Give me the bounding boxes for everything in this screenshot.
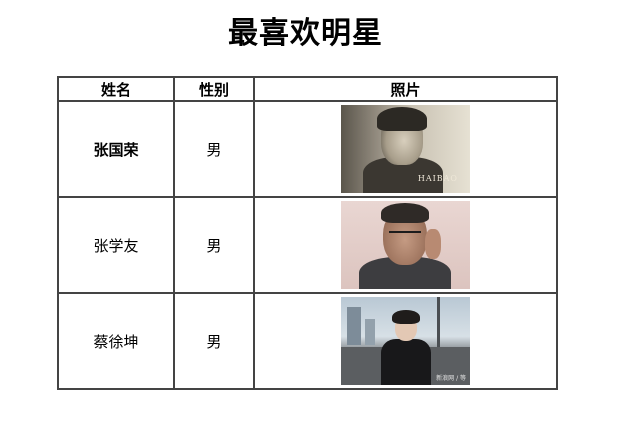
favorite-stars-table: 姓名 性别 照片 张国荣 男 HAIBAO 张学友 男 蔡徐坤 男 新浪网 / … xyxy=(57,76,558,390)
column-header-gender: 性别 xyxy=(173,76,255,102)
photo-building xyxy=(347,307,361,345)
star-photo-cell xyxy=(253,196,558,294)
column-header-name: 姓名 xyxy=(57,76,175,102)
column-header-photo: 照片 xyxy=(253,76,558,102)
star-photo: HAIBAO xyxy=(341,105,470,193)
table-header-row: 姓名 性别 照片 xyxy=(57,76,558,102)
photo-building xyxy=(365,319,375,345)
photo-watermark: 新浪网 / 等 xyxy=(436,375,466,382)
star-photo xyxy=(341,201,470,289)
star-photo: 新浪网 / 等 xyxy=(341,297,470,385)
star-gender-cell: 男 xyxy=(173,292,255,390)
star-name-cell: 张学友 xyxy=(57,196,175,294)
photo-figure-hair xyxy=(381,203,429,223)
table-row: 张国荣 男 HAIBAO xyxy=(57,100,558,198)
photo-watermark: HAIBAO xyxy=(417,174,458,183)
photo-figure-body xyxy=(381,339,431,385)
photo-glasses xyxy=(389,231,421,241)
photo-window-frame xyxy=(437,297,440,349)
star-gender-cell: 男 xyxy=(173,100,255,198)
photo-figure-hair xyxy=(377,107,427,131)
photo-figure-hair xyxy=(392,310,420,324)
table-row: 张学友 男 xyxy=(57,196,558,294)
table-row: 蔡徐坤 男 新浪网 / 等 xyxy=(57,292,558,390)
star-name-cell: 蔡徐坤 xyxy=(57,292,175,390)
star-photo-cell: 新浪网 / 等 xyxy=(253,292,558,390)
star-name-cell: 张国荣 xyxy=(57,100,175,198)
star-gender-cell: 男 xyxy=(173,196,255,294)
star-photo-cell: HAIBAO xyxy=(253,100,558,198)
photo-figure-hand xyxy=(425,229,441,259)
page-title: 最喜欢明星 xyxy=(228,16,383,51)
